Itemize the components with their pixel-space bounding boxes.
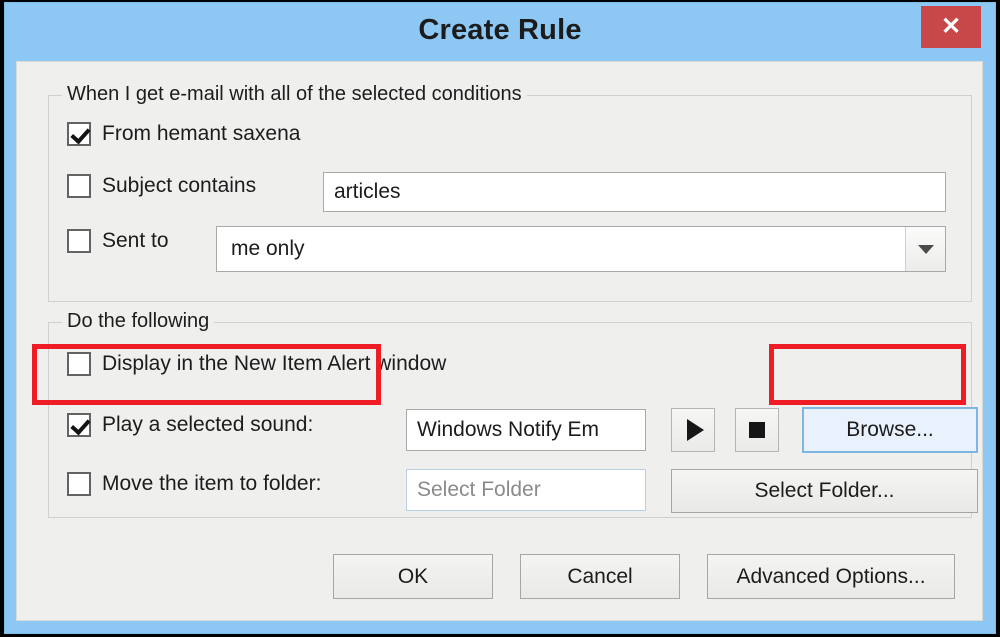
stop-sound-button[interactable]: [735, 408, 779, 452]
sent-to-value: me only: [231, 237, 305, 260]
checkbox-play-sound[interactable]: [67, 413, 91, 437]
checkbox-move-folder[interactable]: [67, 472, 91, 496]
subject-contains-value: articles: [334, 180, 401, 203]
subject-contains-input[interactable]: articles: [323, 172, 946, 212]
condition-row-sent-to: Sent to: [67, 229, 169, 253]
checkbox-display-alert-label: Display in the New Item Alert window: [102, 352, 447, 375]
close-button[interactable]: ✕: [921, 6, 981, 48]
checkbox-display-alert[interactable]: [67, 352, 91, 376]
action-row-move-folder: Move the item to folder:: [67, 472, 321, 496]
advanced-options-button-label: Advanced Options...: [736, 564, 926, 588]
dialog-content: When I get e-mail with all of the select…: [16, 61, 983, 621]
select-folder-button[interactable]: Select Folder...: [671, 469, 978, 513]
condition-row-subject: Subject contains: [67, 174, 256, 198]
play-sound-button[interactable]: [671, 408, 715, 452]
checkbox-move-folder-label: Move the item to folder:: [102, 472, 322, 495]
ok-button-label: OK: [397, 564, 429, 588]
create-rule-dialog: Create Rule ✕ When I get e-mail with all…: [4, 2, 996, 634]
conditions-group-legend: When I get e-mail with all of the select…: [62, 83, 527, 106]
browse-button[interactable]: Browse...: [802, 407, 978, 453]
condition-row-from: From hemant saxena: [67, 122, 300, 146]
browse-button-label: Browse...: [846, 418, 934, 441]
conditions-group: When I get e-mail with all of the select…: [48, 83, 972, 302]
checkbox-subject-contains-label: Subject contains: [102, 174, 257, 197]
sound-file-input[interactable]: Windows Notify Em: [406, 409, 646, 451]
advanced-options-button[interactable]: Advanced Options...: [707, 554, 955, 599]
select-folder-placeholder: Select Folder: [417, 478, 541, 501]
select-folder-input[interactable]: Select Folder: [406, 469, 646, 511]
checkbox-sent-to[interactable]: [67, 229, 91, 253]
cancel-button-label: Cancel: [567, 564, 633, 588]
action-row-play-sound: Play a selected sound:: [67, 413, 313, 437]
checkbox-sent-to-label: Sent to: [102, 229, 169, 252]
checkbox-play-sound-label: Play a selected sound:: [102, 413, 314, 436]
actions-group: Do the following Display in the New Item…: [48, 310, 978, 518]
sound-file-value: Windows Notify Em: [417, 418, 600, 441]
sent-to-dropdown[interactable]: me only: [216, 226, 946, 272]
close-icon: ✕: [940, 13, 962, 40]
ok-button[interactable]: OK: [333, 554, 493, 599]
play-icon: [686, 419, 704, 441]
select-folder-button-label: Select Folder...: [754, 479, 895, 502]
stop-icon: [749, 422, 765, 438]
chevron-down-icon[interactable]: [905, 227, 945, 271]
window-title: Create Rule: [418, 14, 582, 46]
actions-group-legend: Do the following: [62, 310, 215, 333]
checkbox-from[interactable]: [67, 122, 91, 146]
cancel-button[interactable]: Cancel: [520, 554, 680, 599]
checkbox-from-label: From hemant saxena: [102, 122, 301, 145]
title-bar: Create Rule ✕: [5, 3, 995, 65]
checkbox-subject-contains[interactable]: [67, 174, 91, 198]
action-row-display-alert: Display in the New Item Alert window: [67, 352, 446, 376]
